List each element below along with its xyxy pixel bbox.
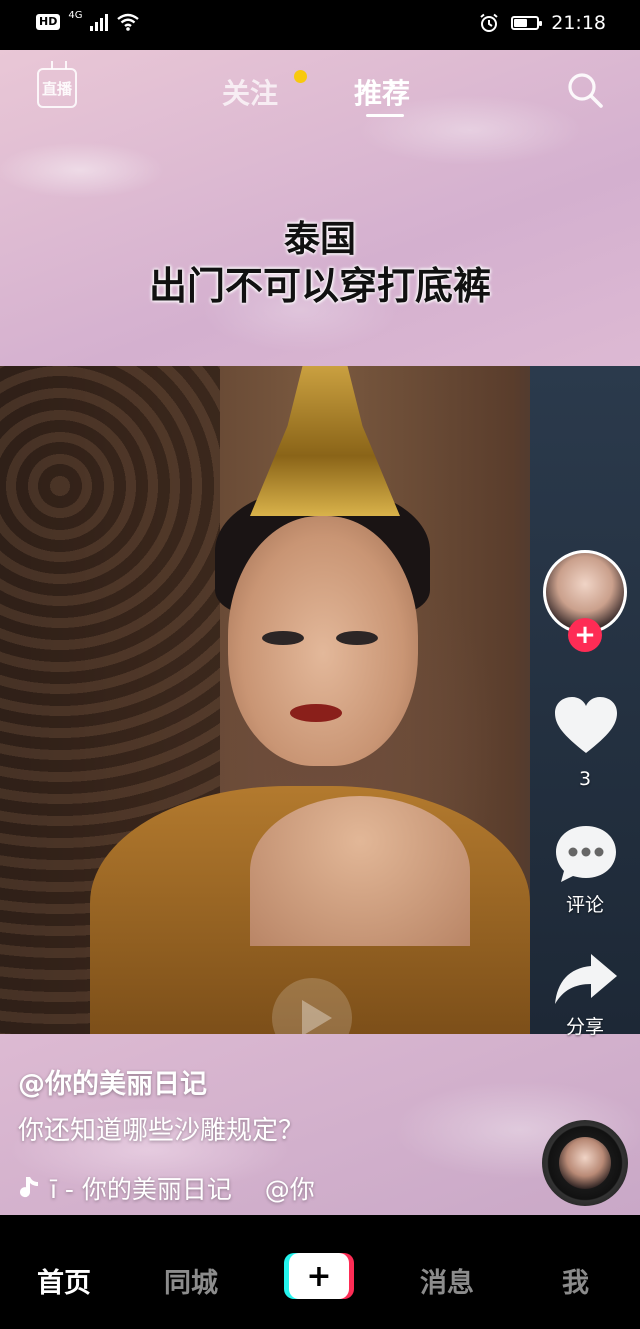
video-description: 你还知道哪些沙雕规定？ (18, 1116, 305, 1146)
crown-shape (250, 366, 400, 516)
author-name[interactable]: @你的美丽日记 (18, 1062, 207, 1101)
eye-shape (336, 631, 378, 645)
battery-fill (514, 19, 528, 27)
share-arrow-icon[interactable] (553, 952, 619, 1008)
music-title: ī - 你的美丽日记 @你 (50, 1175, 315, 1204)
video-caption: 泰国 出门不可以穿打底裤 (0, 218, 640, 310)
tab-me[interactable]: 我 (562, 1261, 589, 1300)
tab-messages[interactable]: 消息 (420, 1261, 474, 1300)
music-row[interactable]: ī - 你的美丽日记 @你 (18, 1170, 315, 1206)
search-icon[interactable] (565, 70, 605, 110)
tab-home[interactable]: 首页 (37, 1261, 91, 1300)
share-label: 分享 (565, 1016, 604, 1038)
create-button[interactable]: + (284, 1253, 354, 1299)
status-time: 21:18 (551, 12, 606, 34)
disc-cover (559, 1137, 611, 1189)
caption-line-1: 泰国 (283, 219, 356, 260)
eye-shape (262, 631, 304, 645)
wifi-icon (117, 13, 140, 31)
status-bar: HD 4G 21:18 (0, 0, 640, 50)
alarm-icon (480, 13, 498, 32)
follow-notification-dot (294, 70, 307, 83)
active-tab-indicator (366, 114, 404, 117)
live-button[interactable]: 直播 (37, 68, 77, 108)
tab-recommend[interactable]: 推荐 (354, 72, 410, 112)
status-left: HD 4G (36, 10, 140, 31)
network-label: 4G (68, 10, 83, 21)
comment-icon[interactable] (553, 822, 619, 884)
caption-line-2: 出门不可以穿打底裤 (148, 264, 491, 308)
follow-button[interactable]: + (568, 618, 602, 652)
status-right: 21:18 (479, 12, 606, 34)
tab-follow[interactable]: 关注 (222, 72, 278, 112)
music-disc[interactable] (542, 1120, 628, 1206)
battery-icon (511, 16, 543, 30)
app-screen: HD 4G 21:18 泰国 出门不可以穿打底裤 直播 关注 推荐 + 3 评论… (0, 0, 640, 1329)
video-player[interactable]: 泰国 出门不可以穿打底裤 (0, 50, 640, 1215)
tab-nearby[interactable]: 同城 (164, 1261, 218, 1300)
hd-badge: HD (36, 14, 61, 30)
shoulder-shape (250, 796, 470, 946)
bottom-tab-bar: 首页 同城 + 消息 我 (0, 1215, 640, 1329)
like-count: 3 (578, 768, 592, 790)
music-note-icon (20, 1177, 38, 1198)
face-shape (228, 516, 418, 766)
signal-icon (90, 13, 109, 31)
like-heart-icon[interactable] (553, 695, 619, 757)
comment-label: 评论 (565, 894, 604, 916)
top-nav: 直播 关注 推荐 (0, 50, 640, 130)
lips-shape (290, 704, 342, 722)
create-button-plus: + (289, 1253, 349, 1299)
video-frame (0, 366, 640, 1034)
